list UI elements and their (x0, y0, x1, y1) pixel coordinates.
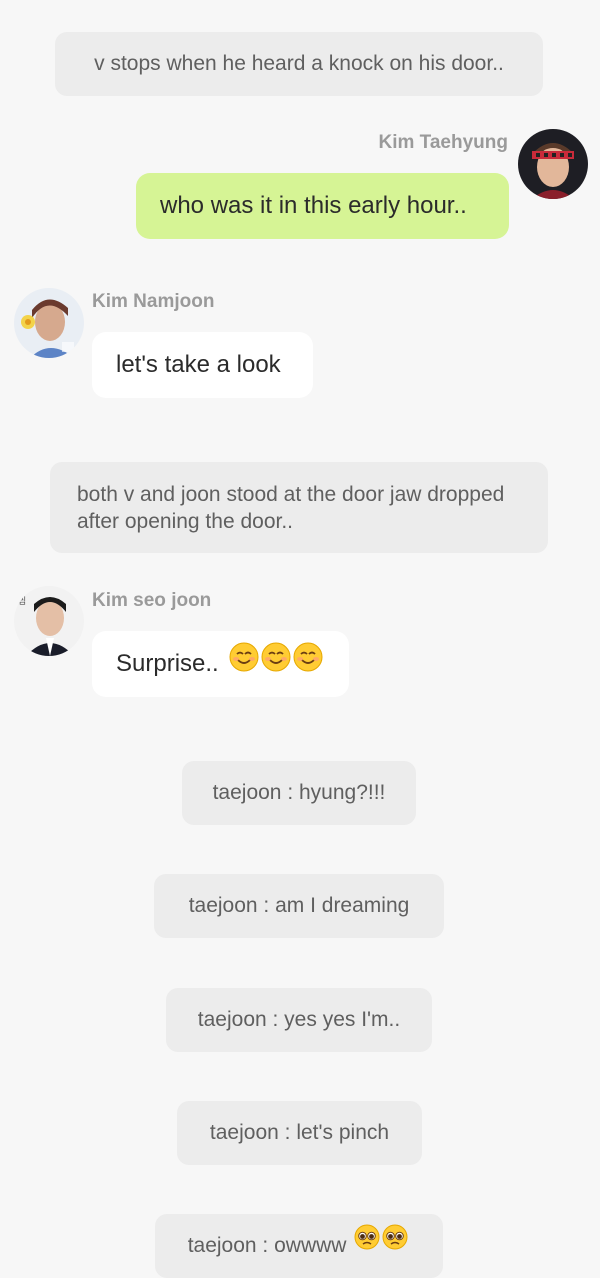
message-text: Surprise.. (116, 650, 219, 677)
pleading-face-emoji (354, 1212, 410, 1276)
taehyung-avatar[interactable] (518, 129, 588, 199)
sender-name: Kim seo joon (92, 590, 212, 611)
smiling-face-emoji (229, 632, 325, 698)
message-text: let's take a look (116, 351, 281, 378)
narration-bubble: v stops when he heard a knock on his doo… (55, 32, 543, 96)
chat-bubble-left: Surprise.. (92, 631, 349, 697)
narration-text: taejoon : let's pinch (209, 1121, 390, 1144)
narration-text: taejoon : hyung?!!! (212, 781, 386, 804)
narration-text: taejoon : owwww (187, 1234, 347, 1257)
message-text: who was it in this early hour.. (160, 192, 467, 219)
narration-text: taejoon : am I dreaming (188, 894, 410, 917)
narration-bubble: taejoon : let's pinch (177, 1101, 422, 1165)
chat-bubble-left: let's take a look (92, 332, 313, 398)
narration-text: both v and joon stood at the door jaw dr… (77, 483, 505, 533)
namjoon-avatar[interactable] (14, 288, 84, 358)
svg-text:긤: 긤 (18, 595, 26, 607)
sender-name: Kim Taehyung (378, 132, 509, 153)
seojoon-avatar[interactable]: 긤 (14, 586, 84, 656)
chat-bubble-right: who was it in this early hour.. (136, 173, 509, 239)
narration-text: v stops when he heard a knock on his doo… (94, 52, 504, 75)
narration-bubble: taejoon : owwww (155, 1214, 443, 1278)
narration-bubble: taejoon : hyung?!!! (182, 761, 416, 825)
narration-text: taejoon : yes yes I'm.. (197, 1008, 401, 1031)
narration-bubble: both v and joon stood at the door jaw dr… (50, 462, 548, 553)
narration-bubble: taejoon : yes yes I'm.. (166, 988, 432, 1052)
narration-bubble: taejoon : am I dreaming (154, 874, 444, 938)
sender-name: Kim Namjoon (92, 291, 215, 312)
